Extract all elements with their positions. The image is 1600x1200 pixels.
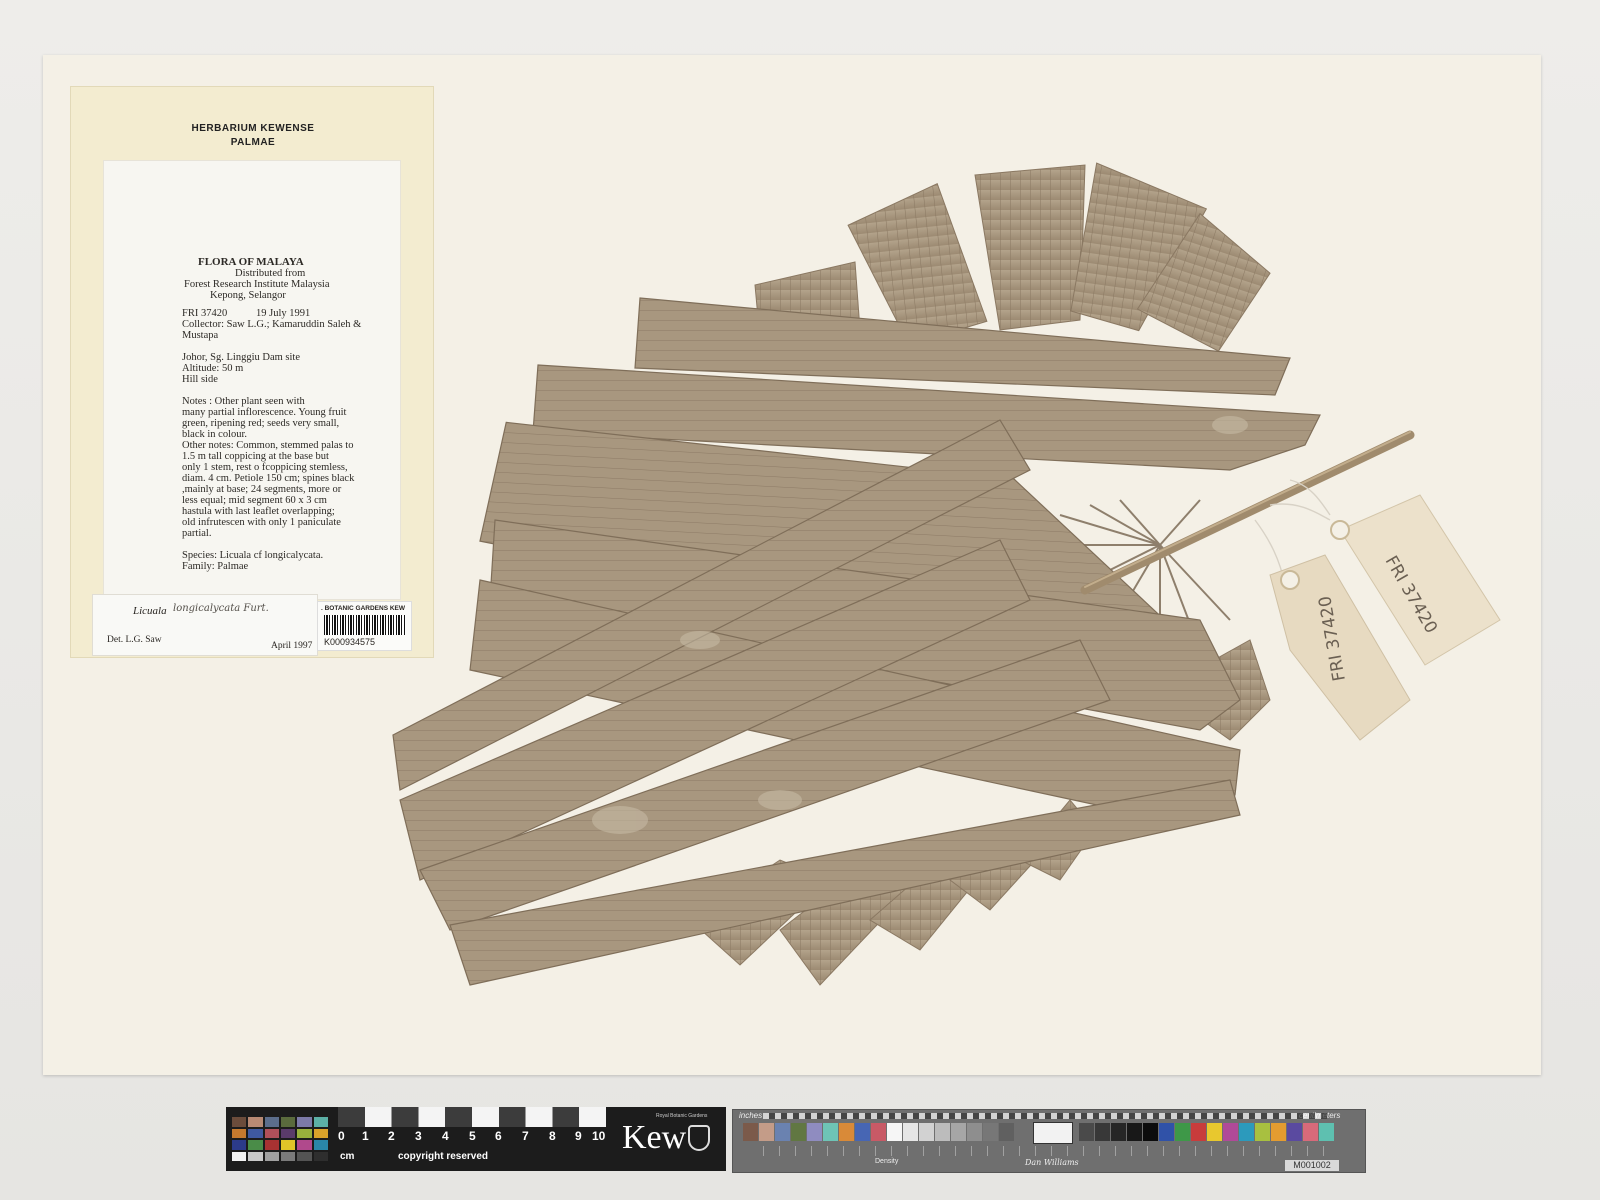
- ruler-number: 6: [495, 1129, 502, 1143]
- target-ruler: [763, 1113, 1327, 1119]
- inches-label: inches: [739, 1111, 763, 1120]
- color-patches-right: [1079, 1123, 1334, 1141]
- ruler-number: 8: [549, 1129, 556, 1143]
- ruler-numbers: 0 1 2 3 4 5 6 7 8 9 10: [338, 1129, 606, 1147]
- ruler-number: 3: [415, 1129, 422, 1143]
- ruler-number: 1: [362, 1129, 369, 1143]
- scale-box: [1033, 1122, 1073, 1144]
- color-checker: [232, 1117, 328, 1161]
- ruler-number: 7: [522, 1129, 529, 1143]
- ruler-ticks: [338, 1107, 606, 1127]
- ruler-unit: cm: [340, 1151, 355, 1162]
- leaflets-front: [392, 297, 1321, 986]
- target-code: M001002: [1285, 1160, 1339, 1171]
- ruler-number: 2: [388, 1129, 395, 1143]
- ruler-number: 9: [575, 1129, 582, 1143]
- crest-icon: [688, 1125, 710, 1151]
- target-fine-scale: [763, 1146, 1327, 1156]
- ruler-number: 0: [338, 1129, 345, 1143]
- scale-bar: 0 1 2 3 4 5 6 7 8 9 10 cm copyright rese…: [226, 1107, 726, 1171]
- kew-logo-small: Royal Botanic Gardens: [656, 1113, 708, 1119]
- kew-logo: Kew: [622, 1119, 687, 1156]
- palm-leaf-specimen: FRI 37420 FRI 37420: [392, 162, 1501, 986]
- density-label: Density: [875, 1158, 899, 1165]
- ruler-number: 5: [469, 1129, 476, 1143]
- copyright-text: copyright reserved: [398, 1151, 489, 1162]
- ruler-number: 10: [592, 1129, 606, 1143]
- color-patches-left: [743, 1123, 1014, 1141]
- ruler-number: 4: [442, 1129, 449, 1143]
- maker-label: Dan Williams: [1025, 1158, 1079, 1167]
- color-target-strip: inches centimeters Density Dan Williams …: [732, 1109, 1366, 1173]
